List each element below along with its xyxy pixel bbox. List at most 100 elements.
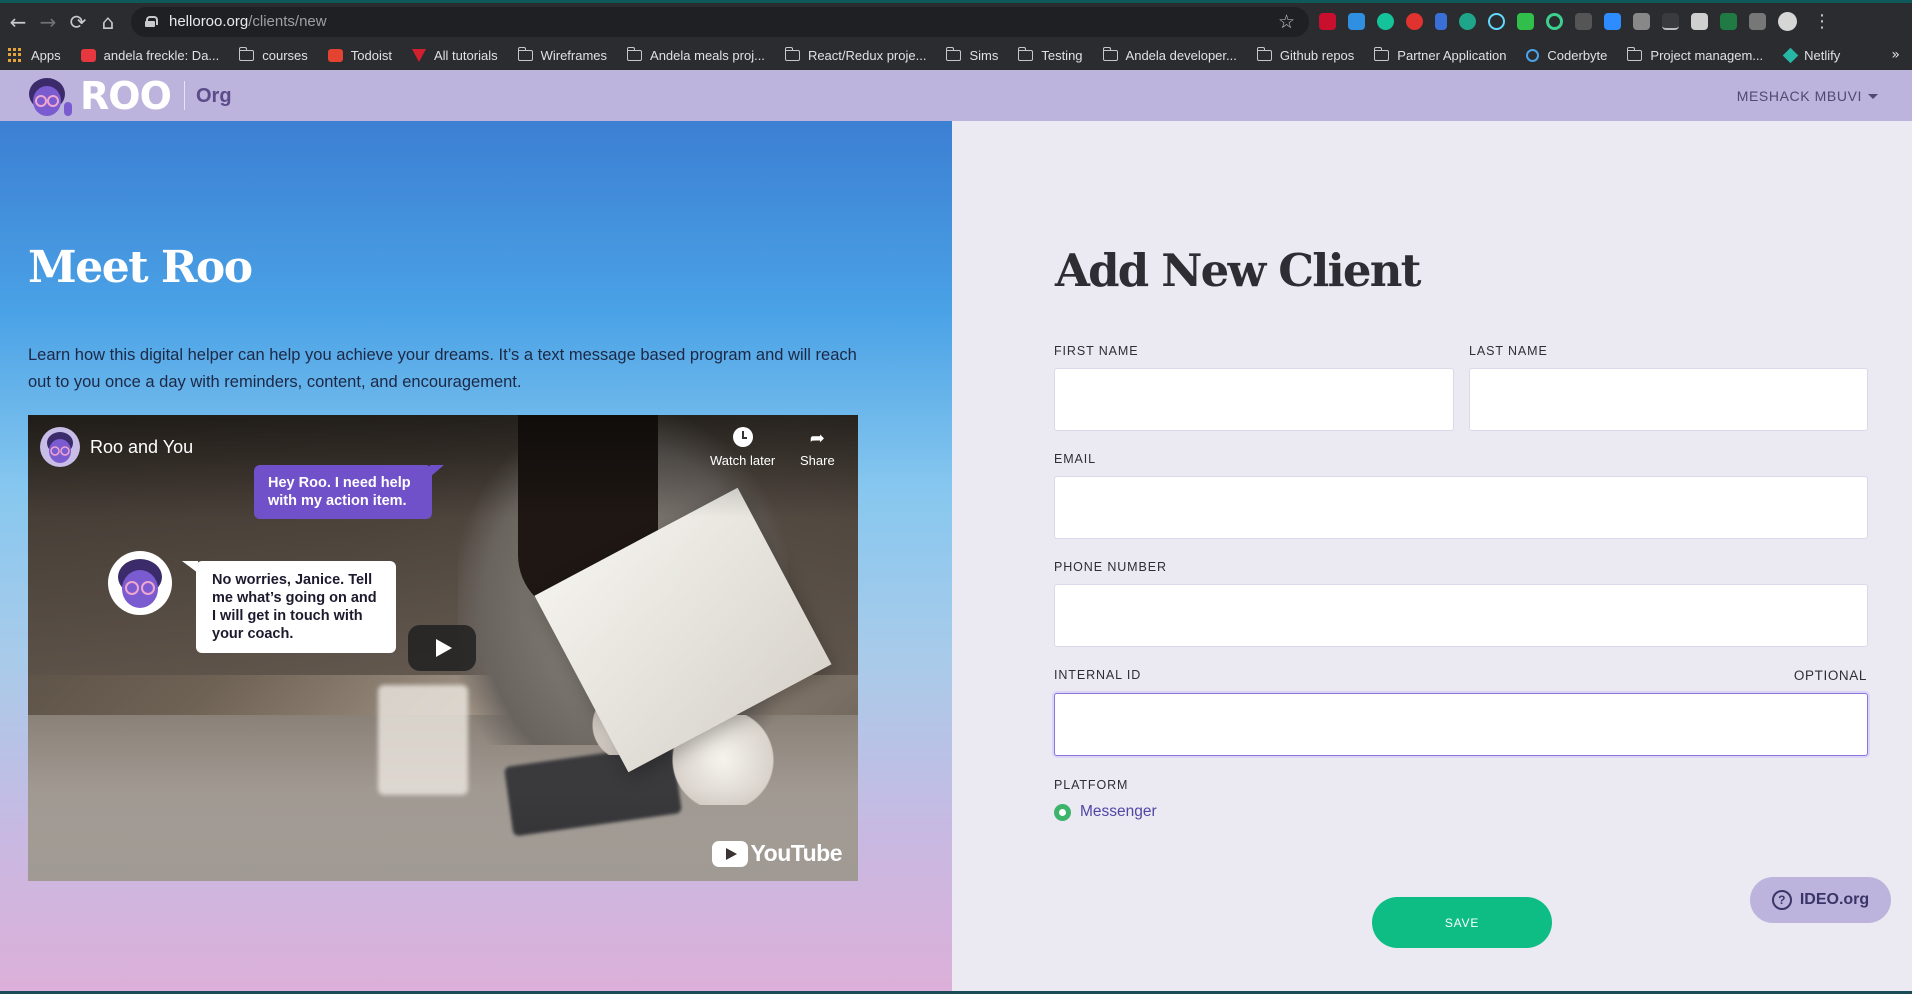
intro-panel: Meet Roo Learn how this digital helper c… [0,121,952,991]
m-extension-icon[interactable] [1459,13,1476,30]
play-button[interactable] [408,625,476,671]
bookmarks-overflow-icon[interactable]: » [1891,47,1900,63]
first-name-label: FIRST NAME [1054,344,1139,358]
app-header: ROO Org MESHACK MBUVI [0,70,1912,121]
logo-divider [184,81,185,110]
bookmark-courses[interactable]: courses [239,46,308,63]
bookmark-all-tutorials[interactable]: All tutorials [412,48,498,63]
radio-selected-icon[interactable] [1054,803,1071,821]
bookmark-todoist[interactable]: Todoist [327,48,392,63]
url-path: /clients/new [248,13,327,30]
email-input[interactable] [1054,476,1868,539]
target-extension-icon[interactable] [1546,13,1563,30]
roo-chat-avatar [108,551,172,615]
save-button[interactable]: SAVE [1372,897,1552,948]
folder-icon [1018,46,1034,61]
react-devtools-icon[interactable] [1488,13,1505,30]
excel-extension-icon[interactable] [1720,13,1737,30]
folder-icon [239,46,255,61]
todoist-icon [327,48,343,62]
org-label: Org [196,85,232,107]
bookmark-andela-developer[interactable]: Andela developer... [1102,46,1237,63]
user-menu[interactable]: MESHACK MBUVI [1737,88,1878,104]
bookmark-sims[interactable]: Sims [946,46,998,63]
last-name-input[interactable] [1469,368,1868,431]
intro-title: Meet Roo [28,242,253,293]
channel-avatar[interactable] [40,427,80,467]
roo-avatar-logo[interactable] [25,74,75,122]
pen-extension-icon[interactable] [1749,13,1766,30]
bookmark-project-management[interactable]: Project managem... [1627,46,1763,63]
bookmark-testing[interactable]: Testing [1018,46,1083,63]
platform-option-label: Messenger [1080,803,1157,820]
dropper-extension-icon[interactable] [1435,13,1447,30]
bookmark-apps[interactable]: Apps [8,47,61,63]
download-extension-icon[interactable] [1517,13,1534,30]
back-button[interactable]: ← [3,7,33,37]
clock-icon [732,427,753,447]
netlify-icon [1782,47,1799,63]
browser-toolbar: ← → ⟳ ⌂ helloroo.org/clients/new ☆ ⋮ [0,0,1912,40]
bookmark-star-icon[interactable]: ☆ [1278,11,1295,33]
forward-button[interactable]: → [33,7,63,37]
youtube-wordmark: YouTube [750,840,843,866]
bookmark-github-repos[interactable]: Github repos [1256,46,1354,63]
coderbyte-icon [1526,48,1540,62]
reload-button[interactable]: ⟳ [63,7,93,37]
last-name-label: LAST NAME [1469,344,1548,358]
folder-icon [517,46,533,61]
roo-logo-text[interactable]: ROO [80,74,172,118]
first-name-input[interactable] [1054,368,1454,431]
internal-id-input[interactable] [1054,693,1868,756]
bookmark-coderbyte[interactable]: Coderbyte [1526,48,1607,63]
share-arrow-icon: ➦ [809,428,825,449]
profile-avatar[interactable] [1778,12,1797,31]
wave-extension-icon[interactable] [1662,13,1679,30]
watch-later-button[interactable]: Watch later [710,427,775,468]
roo-face-icon [118,559,162,608]
watch-later-label: Watch later [710,453,776,468]
form-title: Add New Client [1055,244,1421,297]
folder-icon [1256,46,1272,61]
notes-extension-icon[interactable] [1691,13,1708,30]
browser-menu-icon[interactable]: ⋮ [1813,11,1831,32]
platform-option-messenger[interactable]: Messenger [1054,803,1157,821]
image-extension-icon[interactable] [1633,13,1650,30]
address-bar[interactable]: helloroo.org/clients/new ☆ [131,6,1309,37]
notification-extension-icon[interactable] [1406,13,1423,30]
screenshot-extension-icon[interactable] [1348,13,1365,30]
share-label: Share [800,453,835,468]
url-host: helloroo.org [169,13,249,30]
share-button[interactable]: ➦ Share [800,427,835,468]
ublock-extension-icon[interactable] [1319,13,1336,30]
youtube-play-icon [711,840,748,867]
grammarly-extension-icon[interactable] [1377,13,1394,30]
folder-icon [946,46,962,61]
phone-number-input[interactable] [1054,584,1868,647]
lock-icon [145,16,158,27]
home-button[interactable]: ⌂ [93,7,123,37]
bookmarks-bar: Apps andela freckle: Da... courses Todoi… [0,40,1912,70]
chevron-down-icon [1868,93,1878,99]
youtube-logo[interactable]: YouTube [711,840,843,867]
bookmark-netlify[interactable]: Netlify [1782,47,1840,63]
help-question-icon: ? [1771,890,1792,910]
zoom-extension-icon[interactable] [1604,13,1621,30]
internal-id-optional-label: OPTIONAL [1793,668,1867,683]
tutorials-icon [412,48,426,62]
bookmark-wireframes[interactable]: Wireframes [517,46,607,63]
video-player[interactable]: Roo and You Watch later ➦ Share Hey Roo.… [28,415,858,881]
platform-label: PLATFORM [1054,778,1129,792]
folder-icon [1102,46,1118,61]
video-title[interactable]: Roo and You [90,437,193,458]
user-chat-bubble: Hey Roo. I need help with my action item… [254,465,444,519]
bookmark-partner-application[interactable]: Partner Application [1374,46,1506,63]
user-name: MESHACK MBUVI [1736,88,1862,104]
bookmark-react-redux[interactable]: React/Redux proje... [784,46,926,63]
folder-icon [784,46,800,61]
help-button[interactable]: ? IDEO.org [1750,877,1891,923]
formula-extension-icon[interactable] [1575,13,1592,30]
bookmark-freckle[interactable]: andela freckle: Da... [80,48,219,63]
intro-text: Learn how this digital helper can help y… [28,346,857,391]
bookmark-andela-meals[interactable]: Andela meals proj... [627,46,765,63]
